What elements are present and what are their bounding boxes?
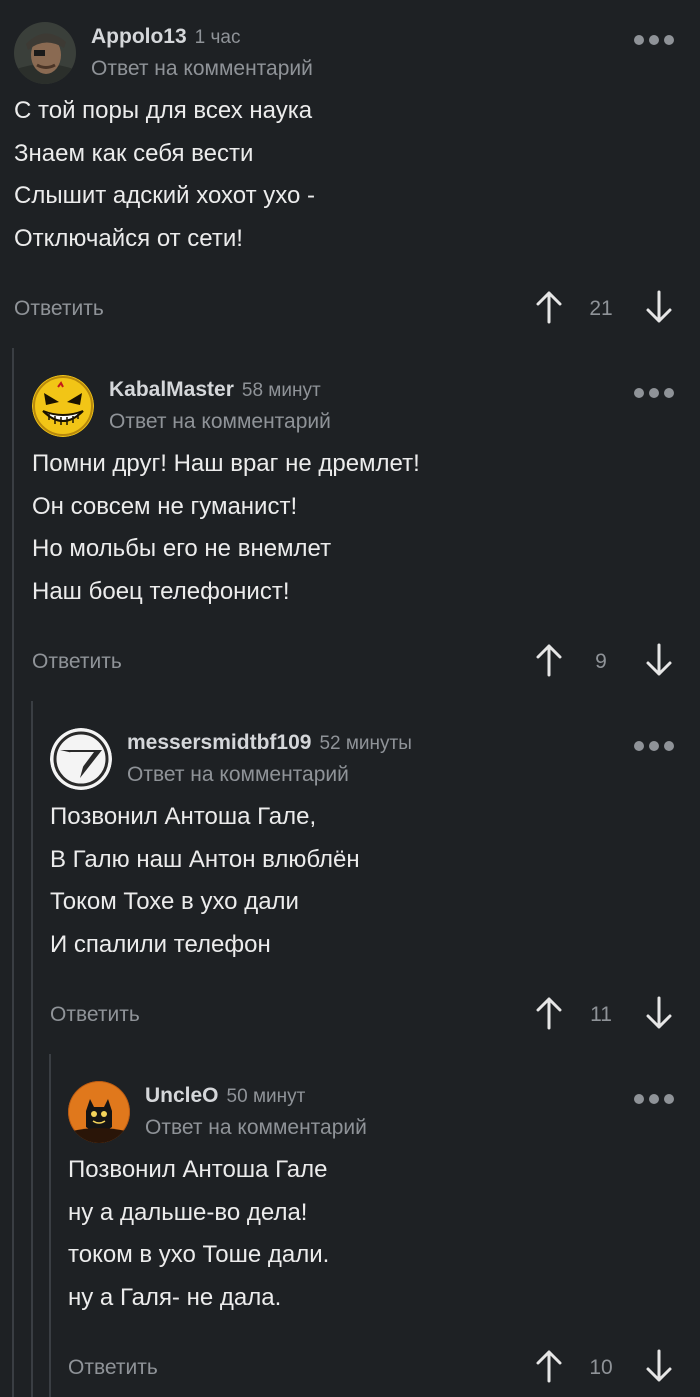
comment-actions: Ответить 21: [14, 288, 674, 328]
downvote-arrow-icon[interactable]: [644, 290, 674, 324]
reply-button[interactable]: Ответить: [68, 1355, 158, 1381]
author-name[interactable]: messersmidtbf109: [127, 731, 311, 754]
downvote-arrow-icon[interactable]: [644, 1349, 674, 1383]
angry-smiley-avatar[interactable]: [32, 375, 94, 437]
comment-line: Отключайся от сети!: [14, 224, 243, 252]
comment-line: В Галю наш Антон влюблён: [50, 845, 360, 873]
comment-line: Знаем как себя вести: [14, 139, 254, 167]
downvote-arrow-icon[interactable]: [644, 996, 674, 1030]
thread-line-level-1: [12, 348, 14, 1397]
comment-line: ну а Галя- не дала.: [68, 1283, 282, 1311]
comment-line: Слышит адский хохот ухо -: [14, 182, 315, 209]
reply-to-link[interactable]: Ответ на комментарий: [91, 56, 313, 82]
comment-line: током в ухо Тоше дали.: [68, 1241, 330, 1268]
comment-actions: Ответить 10: [68, 1347, 674, 1387]
author-name[interactable]: UncleO: [145, 1084, 219, 1107]
comment-messersmidtbf109: messersmidtbf109 52 минуты Ответ на комме…: [50, 728, 674, 1038]
comment-time: 52 минуты: [319, 733, 412, 754]
comment-line: Помни друг! Наш враг не дремлет!: [32, 450, 420, 477]
plane-logo-avatar[interactable]: [50, 728, 112, 790]
user-photo-avatar[interactable]: [14, 22, 76, 84]
comment-line: Он совсем не гуманист!: [32, 492, 298, 520]
reply-to-link[interactable]: Ответ на комментарий: [109, 409, 331, 435]
comment-text: Позвонил Антоша Гале ну а дальше-во дела…: [68, 1149, 329, 1319]
comment-time: 1 час: [194, 27, 241, 48]
comment-time: 50 минут: [226, 1086, 306, 1107]
downvote-arrow-icon[interactable]: [644, 643, 674, 677]
comment-header: KabalMaster 58 минут: [109, 377, 321, 404]
upvote-arrow-icon[interactable]: [534, 643, 564, 677]
comment-actions: Ответить 9: [32, 641, 674, 681]
upvote-arrow-icon[interactable]: [534, 290, 564, 324]
black-cat-avatar[interactable]: [68, 1081, 130, 1143]
comment-header: Appolo13 1 час: [91, 24, 240, 51]
comment-kabalmaster: KabalMaster 58 минут Ответ на комментарий…: [32, 375, 674, 685]
rating-score: 10: [589, 1356, 613, 1379]
comment-text: С той поры для всех наука Знаем как себя…: [14, 90, 315, 260]
comment-actions: Ответить 11: [50, 994, 674, 1034]
comment-text: Позвонил Антоша Гале, В Галю наш Антон в…: [50, 796, 360, 966]
reply-to-link[interactable]: Ответ на комментарий: [127, 762, 349, 788]
rating-score: 21: [589, 297, 613, 320]
thread-line-level-3: [49, 1054, 51, 1397]
upvote-arrow-icon[interactable]: [534, 1349, 564, 1383]
comment-header: messersmidtbf109 52 минуты: [127, 730, 412, 757]
more-options-icon[interactable]: [634, 738, 674, 756]
more-options-icon[interactable]: [634, 1091, 674, 1109]
comment-line: С той поры для всех наука: [14, 97, 313, 124]
reply-button[interactable]: Ответить: [50, 1002, 140, 1028]
comment-line: Позвонил Антоша Гале: [68, 1156, 328, 1183]
author-name[interactable]: Appolo13: [91, 25, 187, 48]
reply-button[interactable]: Ответить: [14, 296, 104, 322]
comment-time: 58 минут: [241, 380, 321, 401]
comment-line: ну а дальше-во дела!: [68, 1198, 308, 1226]
reply-to-link[interactable]: Ответ на комментарий: [145, 1115, 367, 1141]
more-options-icon[interactable]: [634, 385, 674, 403]
comment-line: Позвонил Антоша Гале,: [50, 803, 317, 830]
comment-uncleo: UncleO 50 минут Ответ на комментарий Позв…: [68, 1081, 674, 1391]
comment-header: UncleO 50 минут: [145, 1083, 305, 1110]
author-name[interactable]: KabalMaster: [109, 378, 234, 401]
reply-button[interactable]: Ответить: [32, 649, 122, 675]
comment-line: И спалили телефон: [50, 930, 271, 958]
upvote-arrow-icon[interactable]: [534, 996, 564, 1030]
rating-score: 9: [595, 650, 607, 673]
thread-line-level-2: [31, 701, 33, 1397]
comment-line: Наш боец телефонист!: [32, 577, 290, 605]
comment-line: Но мольбы его не внемлет: [32, 535, 332, 562]
comment-line: Током Тохе в ухо дали: [50, 888, 299, 915]
more-options-icon[interactable]: [634, 32, 674, 50]
comment-text: Помни друг! Наш враг не дремлет! Он совс…: [32, 443, 420, 613]
comment-appolo13: Appolo13 1 час Ответ на комментарий С той…: [14, 22, 674, 332]
rating-score: 11: [590, 1003, 612, 1026]
